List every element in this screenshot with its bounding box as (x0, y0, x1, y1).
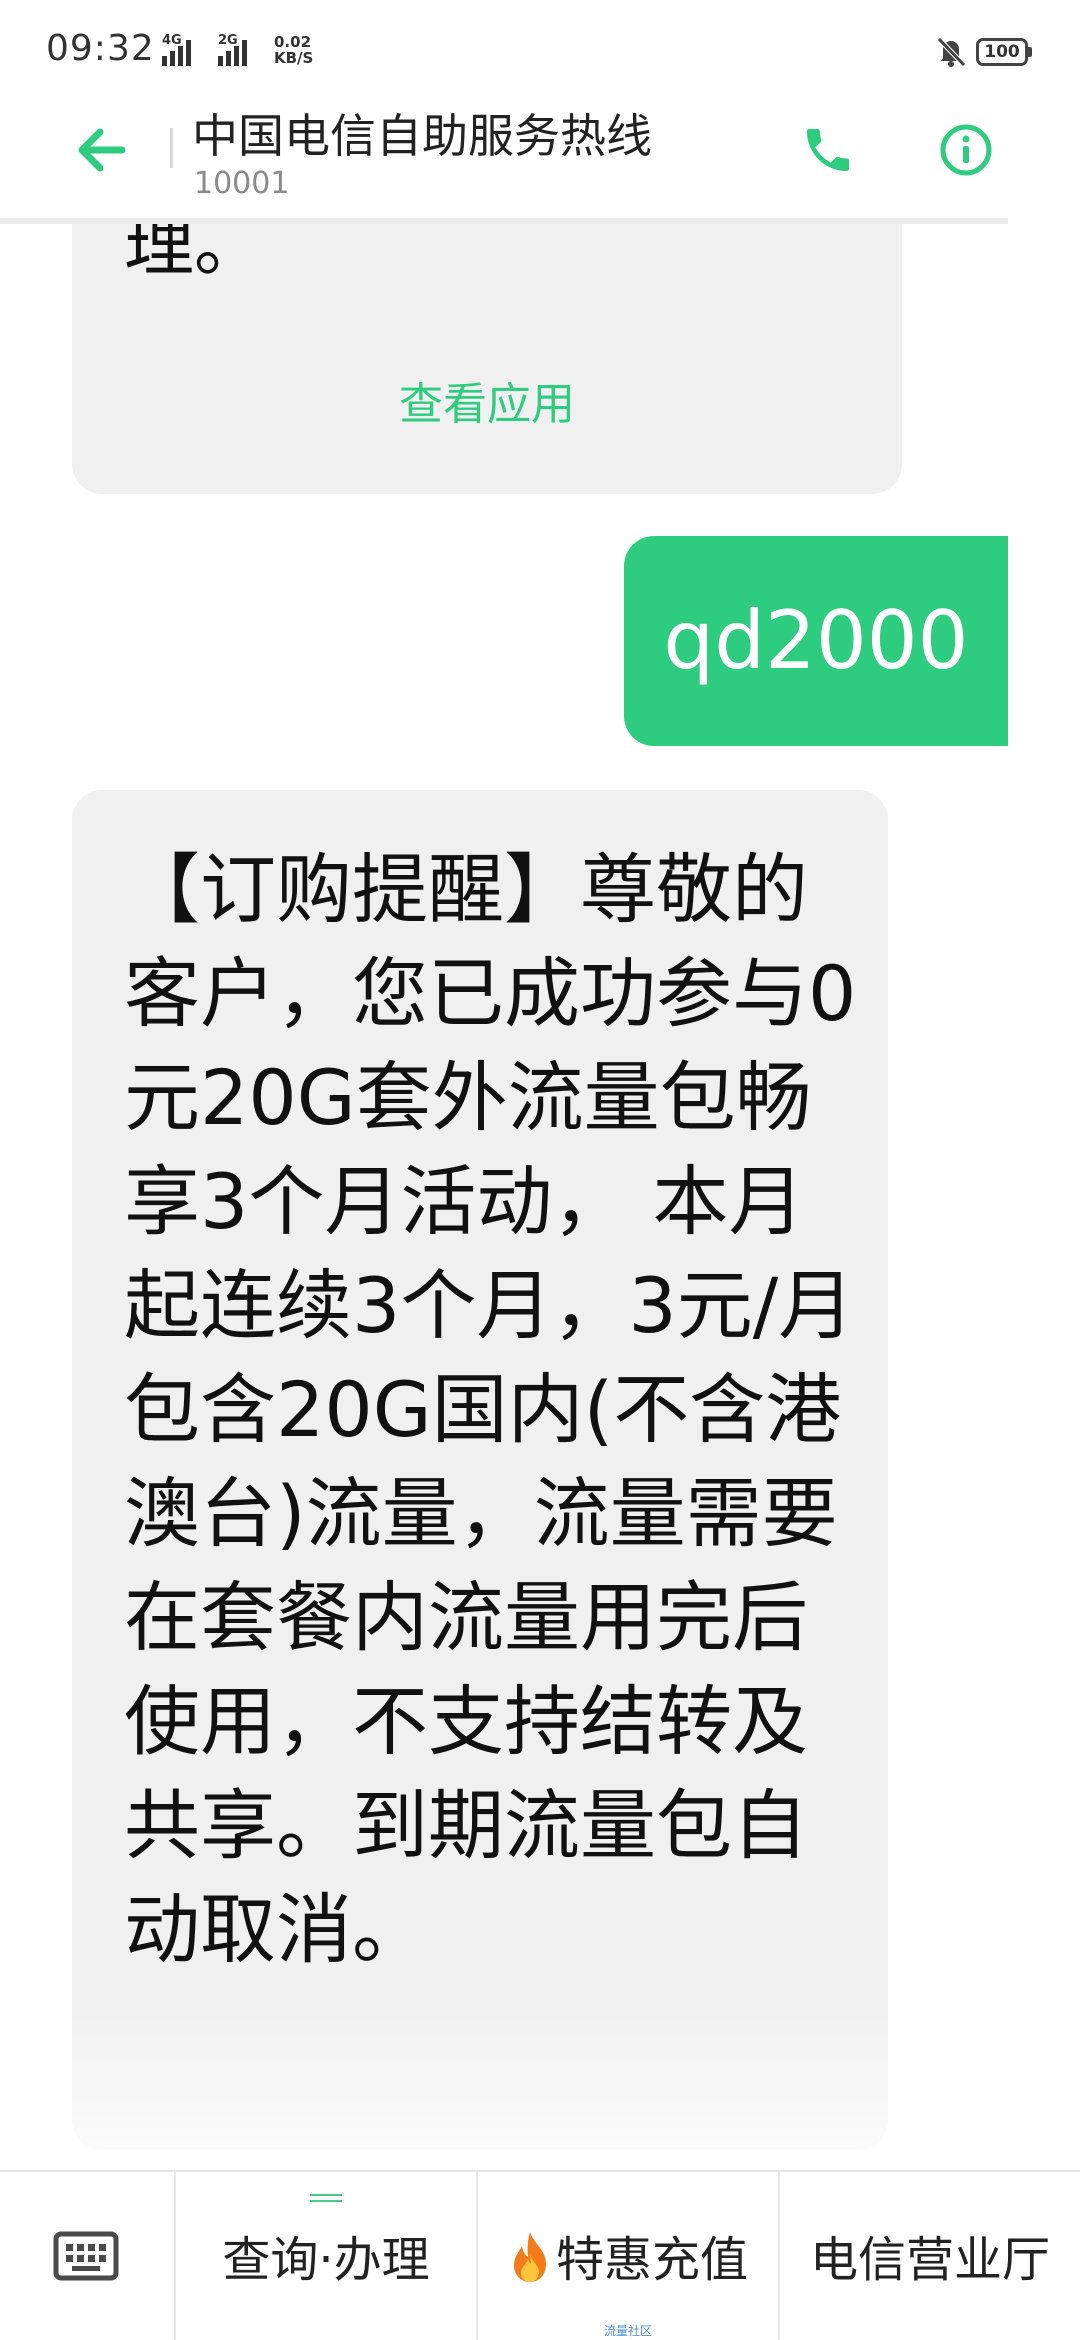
battery-indicator: 100 (976, 38, 1032, 66)
message-text: 【订购提醒】尊敬的客户，您已成功参与0元20G套外流量包畅享3个月活动， 本月起… (124, 845, 857, 1974)
phone-icon (807, 129, 849, 171)
network-speed-unit: KB/S (274, 49, 314, 67)
message-bubble-received: 【订购提醒】尊敬的客户，您已成功参与0元20G套外流量包畅享3个月活动， 本月起… (72, 790, 888, 2150)
network-speed-value: 0.02 (274, 33, 312, 51)
network-speed: 0.02 KB/S (274, 34, 313, 66)
mute-icon (937, 37, 966, 67)
signal-4g-icon: 4G (150, 34, 210, 66)
sms-conversation-screen: 理。 查看应用 qd2000 【订购提醒】尊敬的客户，您已成功参与0元20G套外… (0, 0, 1080, 2340)
call-button[interactable] (800, 122, 856, 178)
menu-label: 特惠充值 (555, 2232, 748, 2288)
back-button[interactable] (72, 120, 132, 180)
contact-number: 10001 (194, 166, 290, 201)
bottom-menu: 查询·办理 特惠充值 流量社区 电信营业厅 (0, 2170, 1080, 2340)
message-bubble-sent: qd2000 (624, 536, 1008, 746)
menu-item-business-hall[interactable]: 电信营业厅 (778, 2172, 1080, 2340)
status-time: 09:32 (46, 28, 155, 69)
back-arrow-icon (78, 128, 126, 172)
menu-label: 电信营业厅 (809, 2232, 1050, 2288)
info-icon (940, 124, 992, 176)
header-divider (170, 128, 173, 168)
signal-2g-icon: 2G (214, 34, 274, 66)
menu-handle-icon (310, 2194, 342, 2202)
menu-label: 查询·办理 (222, 2232, 430, 2288)
fire-icon (513, 2232, 546, 2282)
menu-item-query[interactable]: 查询·办理 (174, 2172, 476, 2340)
keyboard-toggle-button[interactable] (52, 2230, 120, 2282)
conversation-header: 中国电信自助服务热线 10001 (0, 90, 1008, 224)
status-bar: 09:32 4G 2G 0.02 KB/S 100 (0, 0, 1080, 100)
contact-name: 中国电信自助服务热线 (192, 109, 652, 163)
keyboard-icon (53, 2231, 119, 2281)
info-button[interactable] (938, 122, 994, 178)
menu-item-recharge[interactable]: 特惠充值 流量社区 (476, 2172, 778, 2340)
menu-label-wrapper: 特惠充值 (478, 2220, 778, 2290)
community-caption: 流量社区 (603, 2324, 652, 2338)
view-app-link[interactable]: 查看应用 (72, 368, 902, 432)
